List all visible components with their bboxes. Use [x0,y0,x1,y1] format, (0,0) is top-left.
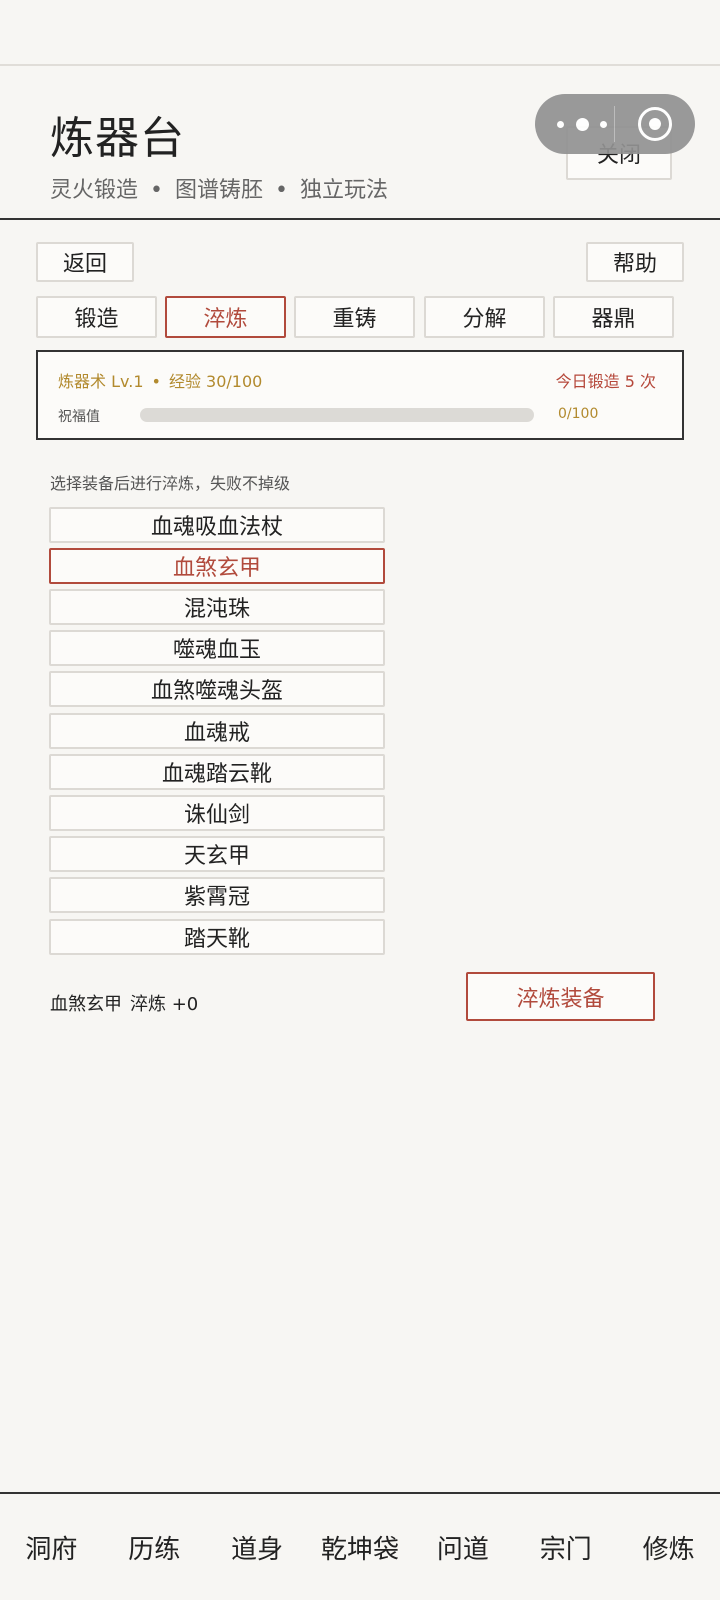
equipment-item[interactable]: 诛仙剑 [49,795,385,831]
equipment-item[interactable]: 天玄甲 [49,836,385,872]
nav-item-ask-dao[interactable]: 问道 [411,1494,514,1600]
bottom-nav: 洞府 历练 道身 乾坤袋 问道 宗门 修炼 [0,1492,720,1600]
temper-equipment-button[interactable]: 淬炼装备 [466,972,655,1021]
page-subtitle: 灵火锻造 • 图谱铸胚 • 独立玩法 [50,172,388,204]
equipment-item[interactable]: 血魂吸血法杖 [49,507,385,543]
blessing-value: 0/100 [558,406,599,422]
status-bar-area [0,0,720,66]
help-button[interactable]: 帮助 [586,242,684,282]
subtitle-part: 灵火锻造 [50,178,139,203]
capsule-divider [614,106,615,142]
skill-exp: 经验 30/100 [168,372,263,391]
equipment-item-selected[interactable]: 血煞玄甲 [49,548,385,584]
temper-hint: 选择装备后进行淬炼，失败不掉级 [50,474,291,493]
blessing-progress-bar [140,408,534,422]
nav-item-dao-body[interactable]: 道身 [206,1494,309,1600]
nav-item-sect[interactable]: 宗门 [514,1494,617,1600]
skill-info-panel: 炼器术 Lv.1 • 经验 30/100 今日锻造 5 次 祝福值 0/100 [36,350,684,440]
blessing-label: 祝福值 [58,409,100,425]
equipment-item[interactable]: 血魂戒 [49,713,385,749]
skill-separator: • [151,372,161,391]
equipment-item[interactable]: 紫霄冠 [49,877,385,913]
tab-dismantle[interactable]: 分解 [424,296,545,338]
nav-item-cave[interactable]: 洞府 [0,1494,103,1600]
equipment-item[interactable]: 血魂踏云靴 [49,754,385,790]
mini-program-capsule [535,94,695,154]
equipment-item[interactable]: 噬魂血玉 [49,630,385,666]
tab-cauldron[interactable]: 器鼎 [553,296,674,338]
subtitle-separator: • [275,178,288,203]
subtitle-separator: • [150,178,163,203]
selected-item-level: 淬炼 +0 [130,994,199,1015]
subtitle-part: 独立玩法 [300,178,389,203]
back-button[interactable]: 返回 [36,242,134,282]
tab-recast[interactable]: 重铸 [294,296,415,338]
equipment-item[interactable]: 踏天靴 [49,919,385,955]
nav-item-cultivate[interactable]: 修炼 [617,1494,720,1600]
nav-item-bag[interactable]: 乾坤袋 [309,1494,412,1600]
skill-level: 炼器术 Lv.1 [58,372,144,391]
equipment-item[interactable]: 血煞噬魂头盔 [49,671,385,707]
equipment-item[interactable]: 混沌珠 [49,589,385,625]
target-icon[interactable] [638,107,672,141]
daily-forge-count: 今日锻造 5 次 [555,372,656,391]
tab-forge[interactable]: 锻造 [36,296,157,338]
nav-item-training[interactable]: 历练 [103,1494,206,1600]
page-title: 炼器台 [50,113,185,164]
skill-level-line: 炼器术 Lv.1 • 经验 30/100 [58,368,262,392]
tab-temper[interactable]: 淬炼 [165,296,286,338]
more-icon[interactable] [557,112,607,136]
subtitle-part: 图谱铸胚 [175,178,264,203]
selected-item-status: 血煞玄甲 淬炼 +0 [50,990,198,1016]
selected-item-name: 血煞玄甲 [50,994,122,1015]
